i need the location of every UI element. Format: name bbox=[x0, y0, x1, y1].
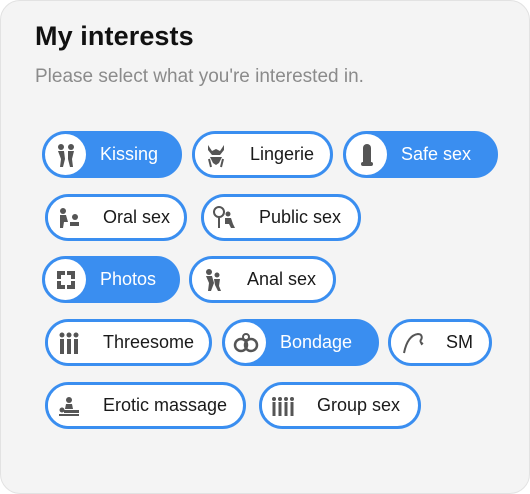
photos-icon bbox=[45, 259, 86, 300]
kissing-icon bbox=[45, 134, 86, 175]
interest-label: Threesome bbox=[103, 332, 195, 352]
page-subtitle: Please select what you're interested in. bbox=[35, 66, 364, 87]
interest-label: Group sex bbox=[317, 395, 401, 415]
interest-label: Public sex bbox=[259, 207, 342, 227]
interest-chip-erotic-massage[interactable]: Erotic massage bbox=[45, 382, 246, 429]
interest-chip-sm[interactable]: SM bbox=[388, 319, 492, 366]
interest-chip-public-sex[interactable]: Public sex bbox=[201, 194, 361, 241]
whip-icon bbox=[391, 322, 432, 363]
anal-sex-icon bbox=[192, 259, 233, 300]
page-title: My interests bbox=[35, 21, 194, 51]
interest-label: SM bbox=[446, 332, 473, 352]
interest-chip-anal-sex[interactable]: Anal sex bbox=[189, 256, 336, 303]
massage-icon bbox=[48, 385, 89, 426]
interest-chip-lingerie[interactable]: Lingerie bbox=[192, 131, 333, 178]
interest-chip-oral-sex[interactable]: Oral sex bbox=[45, 194, 187, 241]
interest-label: Oral sex bbox=[103, 207, 171, 227]
interest-chip-photos[interactable]: Photos bbox=[42, 256, 180, 303]
oral-sex-icon bbox=[48, 197, 89, 238]
interests-card: My interests Please select what you're i… bbox=[0, 0, 530, 494]
interest-label: Lingerie bbox=[250, 144, 315, 164]
interest-chip-threesome[interactable]: Threesome bbox=[45, 319, 212, 366]
interest-label: Kissing bbox=[100, 144, 159, 164]
interest-label: Safe sex bbox=[401, 144, 472, 164]
group-sex-icon bbox=[262, 385, 303, 426]
interest-chip-safe-sex[interactable]: Safe sex bbox=[343, 131, 498, 178]
threesome-icon bbox=[48, 322, 89, 363]
interest-label: Bondage bbox=[280, 332, 353, 352]
interest-chip-kissing[interactable]: Kissing bbox=[42, 131, 182, 178]
interest-label: Erotic massage bbox=[103, 395, 228, 415]
interest-chip-bondage[interactable]: Bondage bbox=[222, 319, 379, 366]
condom-icon bbox=[346, 134, 387, 175]
lingerie-icon bbox=[195, 134, 236, 175]
interest-label: Anal sex bbox=[247, 269, 317, 289]
interest-label: Photos bbox=[100, 269, 157, 289]
public-sex-icon bbox=[204, 197, 245, 238]
handcuffs-icon bbox=[225, 322, 266, 363]
interest-chip-group-sex[interactable]: Group sex bbox=[259, 382, 421, 429]
